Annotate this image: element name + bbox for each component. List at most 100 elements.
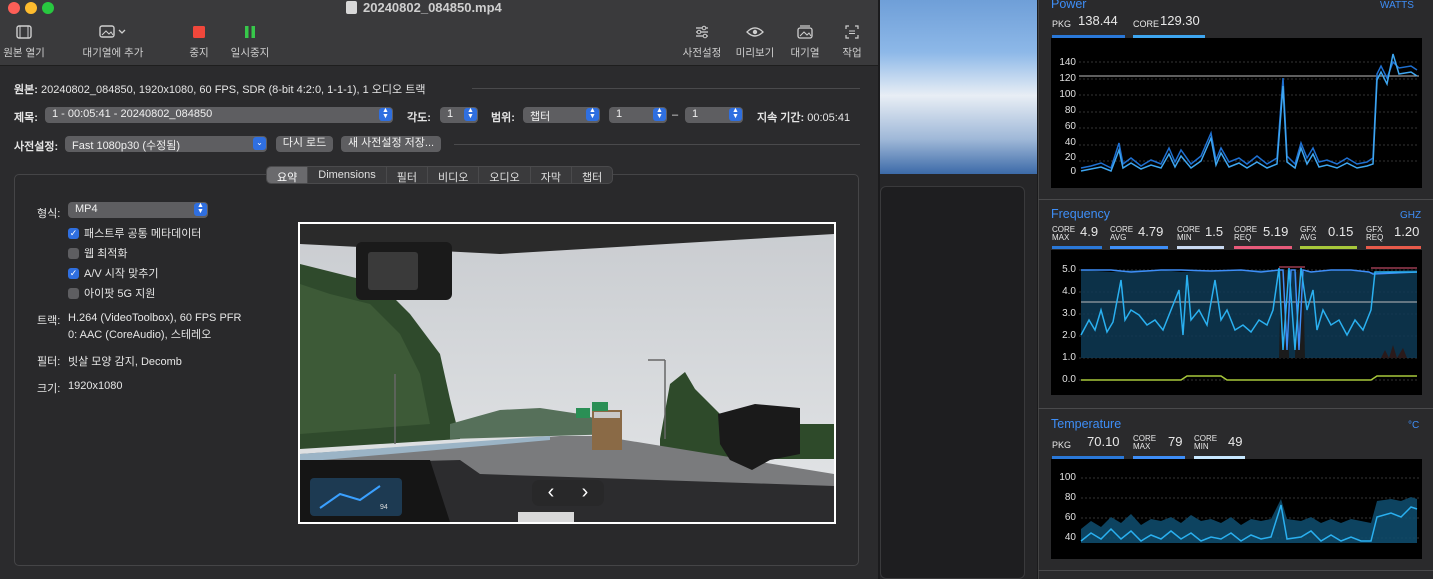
preset-divider — [454, 144, 860, 145]
open-source-button[interactable]: 원본 열기 — [0, 22, 48, 60]
next-frame-button[interactable]: › — [575, 481, 595, 505]
metric-bottom-label: MAX — [1133, 442, 1151, 451]
range-type-select[interactable]: 챕터 ▲ ▼ — [523, 107, 600, 123]
frequency-title: Frequency — [1051, 207, 1111, 221]
tab-video[interactable]: 비디오 — [428, 167, 480, 183]
audio-track-info: 0: AAC (CoreAudio), 스테레오 — [68, 329, 212, 341]
power-ytick: 100 — [1059, 89, 1076, 100]
format-select[interactable]: MP4 ▲ ▼ — [68, 202, 208, 218]
freq-gfx-avg-bar — [1300, 246, 1357, 249]
tab-summary[interactable]: 요약 — [267, 167, 309, 183]
source-row: 원본: 20240802_084850, 1920x1080, 60 FPS, … — [14, 81, 425, 97]
frequency-ytick: 2.0 — [1062, 330, 1076, 341]
metric-bottom-label: AVG — [1300, 233, 1317, 242]
freq-gfx-req-value: 1.20 — [1394, 224, 1420, 239]
video-frame-image: ‹ › 94 — [300, 224, 834, 522]
passthru-metadata-checkbox[interactable]: ✓ 패스트루 공통 메타데이터 — [68, 225, 201, 241]
section-divider — [1038, 199, 1433, 200]
section-divider — [1038, 408, 1433, 409]
power-graph-lines — [1079, 53, 1419, 172]
duration: 지속 기간: 00:05:41 — [757, 109, 850, 125]
video-track-info: H.264 (VideoToolbox), 60 FPS PFR — [68, 312, 242, 324]
minimize-window-button[interactable] — [25, 2, 37, 14]
power-title: Power — [1051, 0, 1087, 11]
unchecked-box-icon — [68, 287, 79, 299]
metric-bottom-label: MIN — [1194, 442, 1209, 451]
add-to-queue-label: 대기열에 추가 — [82, 47, 144, 59]
queue-label: 대기열 — [790, 47, 820, 59]
temp-pkg-value: 70.10 — [1087, 434, 1120, 449]
freq-core-req-value: 5.19 — [1263, 224, 1289, 239]
range-start-select[interactable]: 1 ▲ ▼ — [609, 107, 667, 123]
align-av-checkbox[interactable]: ✓ A/V 시작 맞추기 — [68, 265, 158, 281]
source-info: 20240802_084850, 1920x1080, 60 FPS, SDR … — [40, 84, 426, 96]
tab-filters[interactable]: 필터 — [387, 167, 428, 183]
range-label: 범위: — [491, 112, 515, 124]
title-bar: 20240802_084850.mp4 원본 열기 대기열에 추가 중지 일시중… — [0, 0, 878, 66]
temp-pkg-label: PKG — [1052, 440, 1072, 450]
power-unit: WATTS — [1380, 0, 1414, 11]
temperature-unit: °C — [1408, 420, 1420, 431]
preset-select[interactable]: Fast 1080p30 (수정됨) ⌄ — [65, 136, 267, 152]
range-type-value: 챕터 — [530, 111, 551, 123]
checkmark-icon: ✓ — [68, 227, 79, 239]
freq-core-max-bar — [1052, 246, 1102, 249]
eye-icon — [746, 27, 764, 37]
presets-button[interactable]: 사전설정 — [680, 22, 724, 60]
close-window-button[interactable] — [8, 2, 20, 14]
freq-core-avg-metric: CORE AVG — [1110, 226, 1133, 242]
preview-frame[interactable]: ‹ › 94 — [298, 222, 836, 524]
desktop-wallpaper — [880, 0, 1037, 174]
power-ytick: 140 — [1059, 57, 1076, 68]
add-to-queue-button[interactable]: 대기열에 추가 — [78, 22, 148, 60]
source-divider — [472, 88, 860, 89]
tab-chapters[interactable]: 챕터 — [572, 167, 612, 183]
preview-button[interactable]: 미리보기 — [733, 22, 777, 60]
freq-core-min-value: 1.5 — [1205, 224, 1224, 239]
background-window-inner — [880, 186, 1025, 579]
activity-button[interactable]: 작업 — [836, 22, 868, 60]
range-start-value: 1 — [616, 108, 623, 120]
size-value: 1920x1080 — [68, 380, 123, 392]
format-label: 형식: — [37, 208, 61, 220]
open-source-label: 원본 열기 — [3, 47, 45, 59]
freq-core-max-value: 4.9 — [1080, 224, 1099, 239]
tab-dimensions[interactable]: Dimensions — [308, 167, 387, 183]
temperature-ytick: 60 — [1064, 512, 1076, 523]
pause-label: 일시중지 — [230, 47, 270, 59]
frequency-ytick: 5.0 — [1062, 264, 1076, 275]
frequency-ytick: 3.0 — [1062, 308, 1076, 319]
temperature-ytick: 80 — [1064, 492, 1076, 503]
maximize-window-button[interactable] — [42, 2, 54, 14]
freq-gfx-req-bar — [1366, 246, 1421, 249]
title-select[interactable]: 1 - 00:05:41 - 20240802_084850 ▲ ▼ — [45, 107, 393, 123]
freq-gfx-req-metric: GFX REQ — [1366, 226, 1383, 242]
stop-icon — [193, 26, 205, 38]
checkmark-icon: ✓ — [68, 267, 79, 279]
range-end-select[interactable]: 1 ▲ ▼ — [685, 107, 743, 123]
sliders-icon — [696, 25, 708, 39]
filters-label: 필터: — [37, 356, 61, 368]
preview-label: 미리보기 — [735, 47, 775, 59]
updown-chevron-icon: ▲ ▼ — [379, 107, 392, 121]
reload-preset-button[interactable]: 다시 로드 — [276, 136, 333, 152]
power-ytick: 20 — [1064, 152, 1076, 163]
ipod-5g-checkbox[interactable]: 아이팟 5G 지원 — [68, 285, 155, 301]
temp-core-max-value: 79 — [1168, 434, 1183, 449]
save-new-preset-button[interactable]: 새 사전설정 저장... — [341, 136, 441, 152]
tab-audio[interactable]: 오디오 — [479, 167, 531, 183]
stop-button[interactable]: 중지 — [183, 22, 215, 60]
temperature-ytick: 40 — [1064, 532, 1076, 543]
angle-select[interactable]: 1 ▲ ▼ — [440, 107, 478, 123]
stop-label: 중지 — [189, 47, 209, 59]
temp-core-min-value: 49 — [1228, 434, 1243, 449]
pause-button[interactable]: 일시중지 — [228, 22, 272, 60]
angle-label: 각도: — [407, 112, 431, 124]
title-select-value: 1 - 00:05:41 - 20240802_084850 — [52, 108, 213, 120]
queue-button[interactable]: 대기열 — [786, 22, 824, 60]
web-optimized-checkbox[interactable]: 웹 최적화 — [68, 245, 128, 261]
previous-frame-button[interactable]: ‹ — [541, 481, 561, 505]
updown-chevron-icon: ▲ ▼ — [194, 202, 207, 216]
tab-subtitles[interactable]: 자막 — [531, 167, 572, 183]
power-pkg-value: 138.44 — [1078, 13, 1118, 28]
